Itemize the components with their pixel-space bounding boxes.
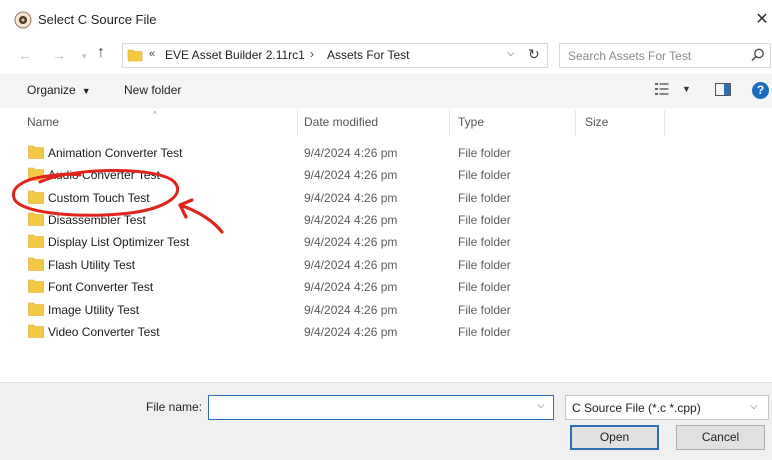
file-type: File folder <box>458 168 511 182</box>
forward-button[interactable]: → <box>52 47 66 63</box>
file-date: 9/4/2024 4:26 pm <box>304 303 398 317</box>
list-item[interactable]: Image Utility Test 9/4/2024 4:26 pm File… <box>26 299 666 321</box>
search-icon[interactable] <box>750 47 766 63</box>
file-name: Video Converter Test <box>48 325 160 339</box>
folder-icon <box>28 257 44 271</box>
caret-down-icon: ▼ <box>81 86 91 96</box>
column-divider[interactable] <box>449 110 450 136</box>
folder-icon <box>28 190 44 204</box>
organize-button[interactable]: Organize ▼ <box>27 83 91 97</box>
file-date: 9/4/2024 4:26 pm <box>304 280 398 294</box>
file-type: File folder <box>458 280 511 294</box>
list-item[interactable]: Display List Optimizer Test 9/4/2024 4:2… <box>26 231 666 253</box>
open-button[interactable]: Open <box>570 425 659 450</box>
breadcrumb-separator[interactable]: › <box>310 47 314 61</box>
bottom-panel: File name: ⌵ C Source File (*.c *.cpp) ⌵… <box>0 382 772 460</box>
folder-icon <box>28 234 44 248</box>
file-name: Image Utility Test <box>48 303 140 317</box>
view-options-icon <box>655 83 669 95</box>
preview-pane-button[interactable] <box>715 83 731 96</box>
address-bar[interactable]: « EVE Asset Builder 2.11rc1 › Assets For… <box>122 43 548 68</box>
filetype-value: C Source File (*.c *.cpp) <box>572 401 701 415</box>
folder-icon <box>127 49 143 62</box>
column-header-name[interactable]: Name <box>27 115 59 129</box>
folder-icon <box>28 302 44 316</box>
list-item[interactable]: Flash Utility Test 9/4/2024 4:26 pm File… <box>26 254 666 276</box>
view-options-button[interactable]: ▼ <box>655 81 695 101</box>
list-item[interactable]: Video Converter Test 9/4/2024 4:26 pm Fi… <box>26 321 666 343</box>
caret-down-icon: ▼ <box>682 84 691 94</box>
list-item[interactable]: Disassembler Test 9/4/2024 4:26 pm File … <box>26 209 666 231</box>
file-name: Display List Optimizer Test <box>48 235 190 249</box>
list-item[interactable]: Animation Converter Test 9/4/2024 4:26 p… <box>26 142 666 164</box>
up-button[interactable]: ↑ <box>97 44 105 62</box>
chevron-down-icon: ⌵ <box>750 401 758 412</box>
file-date: 9/4/2024 4:26 pm <box>304 213 398 227</box>
file-type: File folder <box>458 303 511 317</box>
toolbar: Organize ▼ New folder ▼ ? <box>0 74 772 108</box>
folder-icon <box>28 324 44 338</box>
file-type: File folder <box>458 258 511 272</box>
new-folder-button[interactable]: New folder <box>124 83 181 97</box>
file-date: 9/4/2024 4:26 pm <box>304 235 398 249</box>
file-name: Disassembler Test <box>48 213 146 227</box>
search-input[interactable]: Search Assets For Test <box>559 43 771 68</box>
recent-locations-icon[interactable]: ▾ <box>82 51 87 62</box>
list-item[interactable]: Custom Touch Test 9/4/2024 4:26 pm File … <box>26 187 666 209</box>
sort-ascending-icon: ^ <box>153 110 157 119</box>
breadcrumb-item-current[interactable]: Assets For Test <box>327 48 409 62</box>
chevron-down-icon[interactable]: ⌵ <box>507 48 515 59</box>
file-name: Font Converter Test <box>48 280 154 294</box>
file-name: Animation Converter Test <box>48 146 183 160</box>
back-button[interactable]: ← <box>18 47 32 63</box>
file-date: 9/4/2024 4:26 pm <box>304 146 398 160</box>
file-date: 9/4/2024 4:26 pm <box>304 325 398 339</box>
preview-pane-icon <box>724 84 730 95</box>
cancel-button[interactable]: Cancel <box>676 425 765 450</box>
title-bar: Select C Source File ✕ <box>0 0 772 40</box>
breadcrumb-item[interactable]: EVE Asset Builder 2.11rc1 <box>165 48 305 62</box>
file-type: File folder <box>458 325 511 339</box>
file-name: Custom Touch Test <box>48 191 150 205</box>
list-item[interactable]: Audio Converter Test 9/4/2024 4:26 pm Fi… <box>26 164 666 186</box>
file-name: Flash Utility Test <box>48 258 136 272</box>
folder-icon <box>28 167 44 181</box>
column-header-date[interactable]: Date modified <box>304 115 378 129</box>
file-type: File folder <box>458 146 511 160</box>
column-divider[interactable] <box>297 110 298 136</box>
file-name: Audio Converter Test <box>48 168 160 182</box>
filename-label: File name: <box>146 400 203 414</box>
breadcrumb-overflow[interactable]: « <box>149 48 155 60</box>
column-divider[interactable] <box>664 110 665 136</box>
refresh-icon[interactable]: ↻ <box>528 46 540 63</box>
folder-icon <box>28 212 44 226</box>
file-date: 9/4/2024 4:26 pm <box>304 168 398 182</box>
window-title: Select C Source File <box>38 12 157 27</box>
search-placeholder: Search Assets For Test <box>568 49 692 63</box>
column-header-type[interactable]: Type <box>458 115 484 129</box>
organize-label: Organize <box>27 83 76 97</box>
file-date: 9/4/2024 4:26 pm <box>304 258 398 272</box>
help-icon[interactable]: ? <box>752 82 769 99</box>
file-list: Animation Converter Test 9/4/2024 4:26 p… <box>0 142 772 382</box>
column-divider[interactable] <box>575 110 576 136</box>
close-button[interactable]: ✕ <box>752 8 772 32</box>
app-icon <box>14 11 32 29</box>
column-header-row: ^ Name Date modified Type Size <box>0 110 772 136</box>
file-date: 9/4/2024 4:26 pm <box>304 191 398 205</box>
file-type: File folder <box>458 213 511 227</box>
filename-input[interactable] <box>208 395 554 420</box>
folder-icon <box>28 145 44 159</box>
file-type: File folder <box>458 235 511 249</box>
file-type: File folder <box>458 191 511 205</box>
filetype-select[interactable]: C Source File (*.c *.cpp) ⌵ <box>565 395 769 420</box>
folder-icon <box>28 279 44 293</box>
list-item[interactable]: Font Converter Test 9/4/2024 4:26 pm Fil… <box>26 276 666 298</box>
column-header-size[interactable]: Size <box>585 115 608 129</box>
